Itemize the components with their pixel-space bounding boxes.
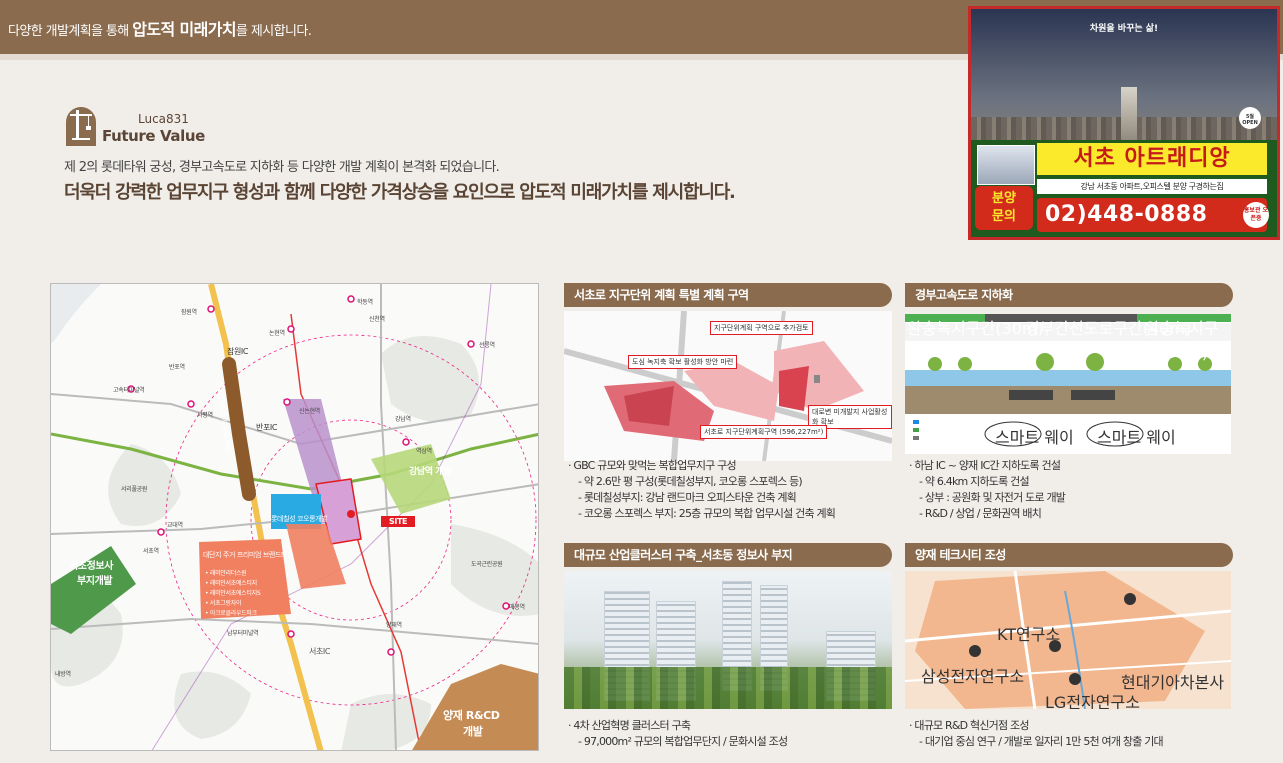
ad-building-thumbnail	[977, 145, 1035, 185]
location-map: 잠원역 학동역 논현역 선릉역 잠원IC 반포역 고속터미널역 사평역 반포IC…	[50, 283, 539, 751]
ad-tower	[1121, 87, 1137, 143]
bullet-yangjae-1: · 대규모 R&D 혁신거점 조성	[909, 719, 1029, 732]
map-label-seocho-info-2: 부지개발	[77, 576, 113, 587]
map-label-seocho-ic: 서초IC	[309, 647, 331, 656]
bullet-district-3: - 롯데칠성부지: 강남 랜드마크 오피스타운 건축 계획	[578, 491, 797, 504]
map-site-marker: SITE	[381, 516, 416, 527]
bullet-yangjae-2: - 대기업 중심 연구 / 개발로 일자리 1만 5천 여개 창출 기대	[919, 735, 1164, 748]
brand-code: Luca831	[138, 112, 189, 126]
yangjae-label-kt: KT연구소	[997, 625, 1061, 644]
map-label-seolleung: 선릉역	[479, 342, 495, 349]
header-title: 다양한 개발계획을 통해 압도적 미래가치를 제시합니다.	[8, 20, 312, 39]
brand-title: Future Value	[102, 127, 205, 145]
panel-seocho-district: 서초로 지구단위 계획 특별 계획 구역 지구단위계획 구역으로 추가검토 도심…	[564, 283, 892, 527]
map-label-sinchon: 신천역	[369, 316, 385, 323]
bullet-cluster-1: · 4차 산업혁명 클러스터 구축	[568, 719, 691, 732]
ad-info-panel: 서초 아트래디앙 강남 서초동 아파트,오피스텔 분양 구경하는집 분양 문의 0…	[971, 140, 1277, 237]
map-label-jamwon-ic: 잠원IC	[227, 347, 249, 356]
map-apt-1: • 래미안리더스원	[205, 570, 247, 577]
ad-inquiry-badge: 분양 문의	[975, 186, 1033, 230]
callout-district-area: 서초로 지구단위계획구역 (596,227m²)	[700, 425, 828, 439]
map-label-naebang: 내방역	[55, 671, 71, 678]
ad-phone-number[interactable]: 02)448-0888	[1037, 198, 1267, 232]
ad-open-badge: 5월 OPEN	[1239, 107, 1261, 129]
ad-description: 강남 서초동 아파트,오피스텔 분양 구경하는집	[1037, 179, 1267, 194]
ad-project-name: 서초 아트래디앙	[1037, 143, 1267, 175]
map-label-hakdong: 학동역	[357, 299, 373, 306]
map-label-gangnam: 강남역	[395, 416, 411, 423]
panel-yangjae-techcity: 양재 테크시티 조성 KT연구소 LG전자연구소 삼성전자연구소 현대기아차본사…	[905, 543, 1233, 753]
map-label-yangjae: 양재역	[386, 622, 402, 629]
map-apt-3: • 래미안서초에스티지S	[205, 590, 261, 597]
map-label-lotte: 롯데칠성 코오롱개발	[271, 515, 328, 523]
map-apt-title: 대단지 주거 프리미엄 브랜드타운	[203, 551, 294, 559]
map-label-yeoksam: 역삼역	[416, 448, 432, 455]
bullet-expressway-2: - 약 6.4km 지하도록 건설	[919, 475, 1030, 488]
map-apt-4: • 서초그랑자이	[205, 600, 242, 607]
bullet-expressway-3: - 상부 : 공원화 및 자전거 도로 개발	[919, 491, 1066, 504]
bullet-cluster-2: - 97,000m² 규모의 복합업무단지 / 문화시설 조성	[578, 735, 788, 748]
map-label-sinnonhyeon: 신논현역	[299, 408, 320, 415]
map-label-dogok: 도곡근린공원	[471, 561, 503, 568]
map-label-seocho-info-1: 서초정보사	[69, 561, 114, 572]
tunnel-left-label: 스마트 웨이	[995, 428, 1074, 447]
zone-left-label: 완충녹지구간(30m)	[907, 319, 1044, 338]
map-apt-2: • 래미안서초에스티지	[205, 580, 257, 587]
panel-image-cluster-render	[564, 571, 892, 709]
zone-right-label: 완충녹지구간(30m)	[1145, 319, 1219, 362]
bullet-expressway-4: - R&D / 상업 / 문화권역 배치	[919, 507, 1042, 520]
panel-title-seocho-district: 서초로 지구단위 계획 특별 계획 구역	[564, 283, 892, 307]
panel-title-expressway: 경부고속도로 지하화	[905, 283, 1233, 307]
panel-image-district-plan: 지구단위계획 구역으로 추가검토 도심 녹지축 확보 활성화 방안 마련 대로변…	[564, 311, 892, 461]
map-label-nonhyeon: 논현역	[269, 330, 285, 337]
panel-title-yangjae-techcity: 양재 테크시티 조성	[905, 543, 1233, 567]
map-label-jamwon: 잠원역	[181, 309, 197, 316]
map-label-seocho: 서초역	[143, 548, 159, 555]
tunnel-right-label: 스마트 웨이	[1097, 428, 1176, 447]
panel-image-expressway-section: 완충녹지구간(30m) 경부간선도로구간(40m) 완충녹지구간(30m) 스마…	[905, 314, 1231, 454]
bullet-district-1: · GBC 규모와 맞먹는 복합업무지구 구성	[568, 459, 737, 472]
crane-logo-icon	[66, 107, 96, 146]
panel-industrial-cluster: 대규모 산업클러스터 구축_서초동 정보사 부지 · 4차 산업혁명 클러스터 …	[564, 543, 892, 753]
map-label-banpo: 반포역	[169, 364, 185, 371]
callout-review: 지구단위계획 구역으로 추가검토	[710, 321, 813, 335]
map-label-yangjae-rnd-2: 개발	[463, 725, 483, 738]
ad-slogan: 차원을 바꾸는 삶!	[1089, 24, 1159, 34]
map-label-maebong: 매봉역	[509, 604, 525, 611]
map-label-gangnam-dev: 강남역 개발	[409, 467, 452, 477]
bullet-expressway-1: · 하남 IC ~ 양재 IC간 지하도록 건설	[909, 459, 1061, 472]
intro-line-2: 더욱더 강력한 업무지구 형성과 함께 다양한 가격상승을 요인으로 압도적 미…	[64, 182, 736, 203]
panel-expressway: 경부고속도로 지하화 완충녹지구간(30m) 경부간선도로구간(40m) 완충녹…	[905, 283, 1233, 527]
panel-image-yangjae-map: KT연구소 LG전자연구소 삼성전자연구소 현대기아차본사	[905, 571, 1231, 709]
map-label-nambu: 남부터미널역	[227, 630, 259, 637]
map-label-banpo-ic: 반포IC	[256, 423, 278, 432]
bullet-district-2: - 약 2.6만 평 구성(롯데칠성부지, 코오롱 스포렉스 등)	[578, 475, 803, 488]
ad-open-seal: 홍보관 오픈중	[1243, 202, 1269, 228]
panel-title-industrial-cluster: 대규모 산업클러스터 구축_서초동 정보사 부지	[564, 543, 892, 567]
map-label-sapyeong: 사평역	[197, 412, 213, 419]
ad-banner[interactable]: 차원을 바꾸는 삶! 5월 OPEN 서초 아트래디앙 강남 서초동 아파트,오…	[968, 6, 1280, 240]
yangjae-label-hyundai: 현대기아차본사	[1121, 673, 1225, 692]
map-label-seoripul: 서리풀공원	[121, 486, 148, 493]
map-apt-5: • 아크로클라우드파크	[205, 610, 257, 617]
map-label-yangjae-rnd-1: 양재 R&CD	[443, 709, 500, 722]
callout-green-axis: 도심 녹지축 확보 활성화 방안 마련	[628, 355, 738, 369]
bullet-district-4: - 코오롱 스포렉스 부지: 25층 규모의 복합 업무시설 건축 계획	[578, 507, 836, 520]
yangjae-label-samsung: 삼성전자연구소	[921, 667, 1025, 686]
map-label-terminal: 고속터미널역	[113, 387, 145, 394]
map-label-gyodae: 교대역	[167, 522, 183, 529]
intro-line-1: 제 2의 롯데타워 궁성, 경부고속도로 지하화 등 다양한 개발 계획이 본격…	[64, 160, 500, 175]
